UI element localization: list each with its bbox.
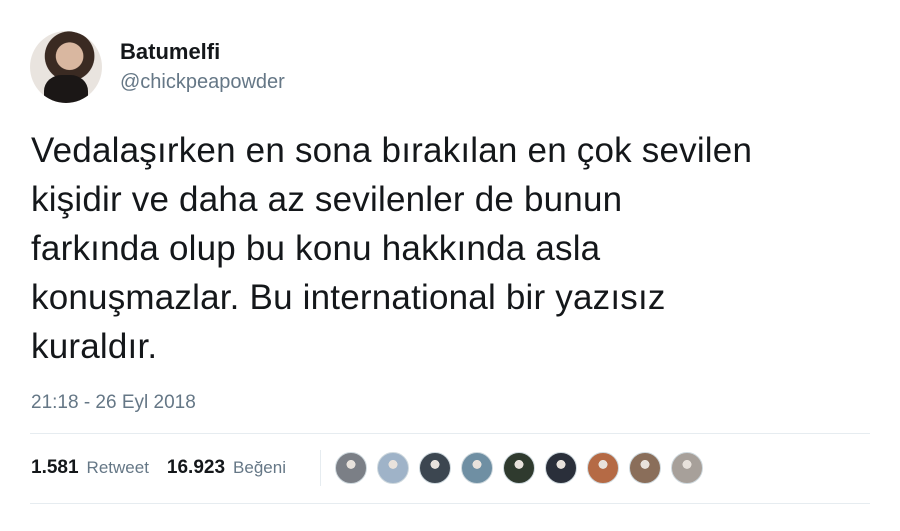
liker-avatars	[334, 452, 713, 484]
liker-avatar-icon[interactable]	[376, 452, 409, 484]
tweet-timestamp[interactable]: 21:18 - 26 Eyl 2018	[31, 392, 196, 414]
liker-avatar-icon[interactable]	[586, 452, 619, 484]
tweet-text: Vedalaşırken en sona bırakılan en çok se…	[31, 131, 753, 366]
like-label[interactable]: Beğeni	[233, 458, 286, 478]
liker-avatar-icon[interactable]	[334, 452, 367, 484]
tweet-header: Batumelfi @chickpeapowder	[30, 28, 285, 106]
retweet-label[interactable]: Retweet	[87, 458, 149, 478]
avatar-figure-icon	[44, 75, 88, 103]
stats-separator	[319, 450, 321, 486]
user-names: Batumelfi @chickpeapowder	[120, 38, 285, 96]
liker-avatar-icon[interactable]	[460, 452, 493, 484]
tweet-card: Batumelfi @chickpeapowder Vedalaşırken e…	[0, 0, 900, 531]
liker-avatar-icon[interactable]	[544, 452, 577, 484]
like-count[interactable]: 16.923	[167, 457, 225, 479]
liker-avatar-icon[interactable]	[628, 452, 661, 484]
retweet-count[interactable]: 1.581	[31, 457, 79, 479]
user-handle[interactable]: @chickpeapowder	[120, 68, 285, 96]
divider	[30, 503, 870, 504]
liker-avatar-icon[interactable]	[502, 452, 535, 484]
user-avatar[interactable]	[30, 31, 102, 103]
liker-avatar-icon[interactable]	[670, 452, 703, 484]
divider	[30, 433, 870, 434]
liker-avatar-icon[interactable]	[418, 452, 451, 484]
tweet-stats: 1.581 Retweet 16.923 Beğeni	[31, 450, 713, 486]
display-name[interactable]: Batumelfi	[120, 38, 285, 66]
